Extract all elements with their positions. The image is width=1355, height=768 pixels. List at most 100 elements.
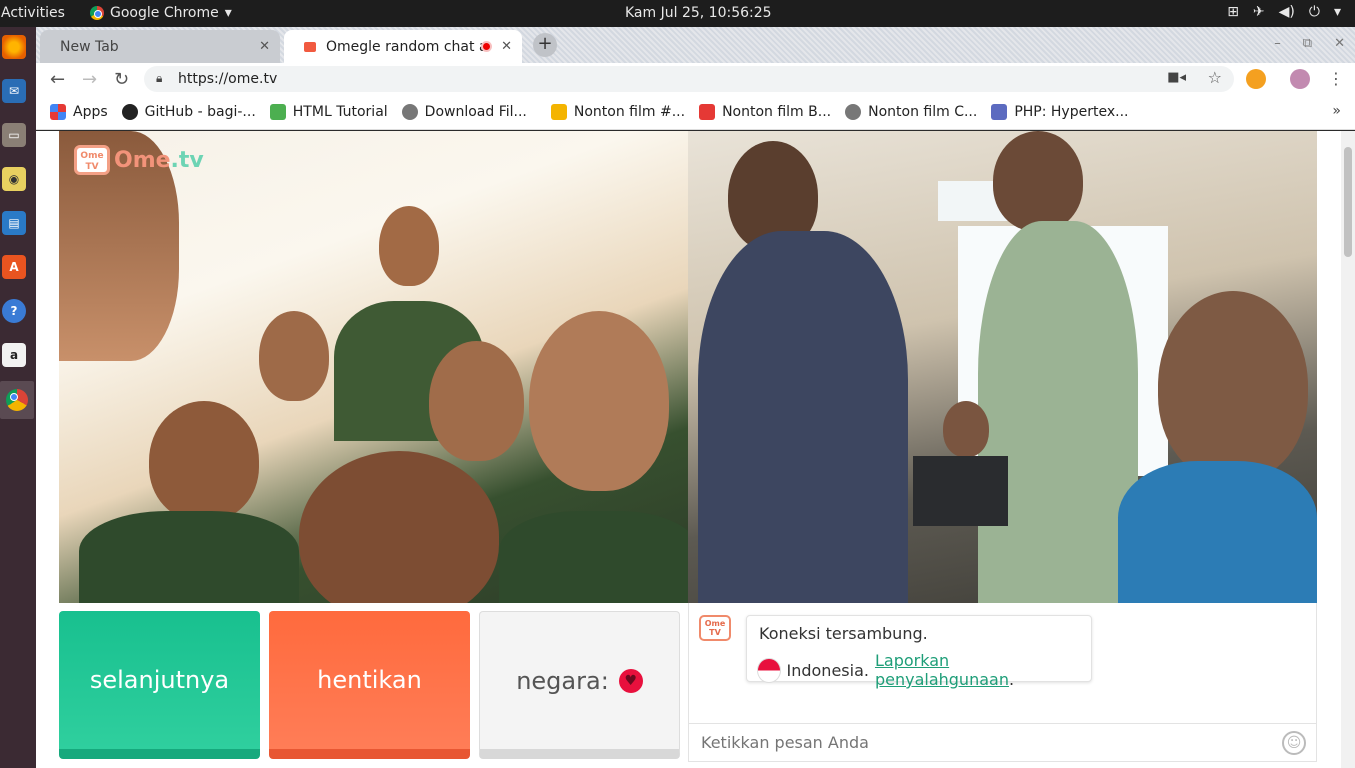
window-controls: – ⧉ ✕ xyxy=(1274,36,1345,51)
country-label: negara: xyxy=(516,666,609,695)
bookmark-github[interactable]: GitHub - bagi-... xyxy=(121,104,256,120)
system-tray[interactable]: ⊞ ✈ ◀) ⏻ ▾ xyxy=(1227,4,1341,20)
face-shape xyxy=(993,131,1083,231)
w3schools-icon xyxy=(269,104,286,120)
face-shape xyxy=(1158,291,1308,481)
bookmark-download[interactable]: Download Fil... xyxy=(401,104,527,120)
forward-icon[interactable]: → xyxy=(82,69,97,90)
next-button[interactable]: selanjutnya xyxy=(59,611,260,759)
files-icon[interactable]: ▭ xyxy=(2,123,26,147)
chat-panel: Ome TV Koneksi tersambung. Indonesia. Lap… xyxy=(688,603,1317,762)
chrome-launcher-item[interactable] xyxy=(0,381,34,419)
firefox-icon[interactable] xyxy=(2,35,26,59)
lock-icon[interactable]: 🔒︎ xyxy=(156,71,162,86)
ometv-page: Ome TV Ome.tv selanjutnya hentikan negara… xyxy=(36,131,1355,768)
heart-icon: ♥ xyxy=(618,668,643,693)
network-icon[interactable]: ⊞ xyxy=(1227,4,1239,20)
bookmark-html-tutorial[interactable]: HTML Tutorial xyxy=(269,104,388,120)
help-icon[interactable]: ? xyxy=(2,299,26,323)
face-shape xyxy=(259,311,329,401)
recording-icon xyxy=(481,41,492,52)
bookmarks-bar: Apps GitHub - bagi-... HTML Tutorial Dow… xyxy=(36,95,1355,130)
next-button-label: selanjutnya xyxy=(89,666,230,694)
system-message-bubble: Koneksi tersambung. Indonesia. Laporkan … xyxy=(746,615,1092,689)
country-name: Indonesia. xyxy=(786,660,869,680)
extension-icon[interactable] xyxy=(1246,69,1266,89)
face-shape xyxy=(429,341,524,461)
indonesia-flag-icon xyxy=(757,657,781,683)
ometv-tv-icon: Ome TV xyxy=(699,615,731,641)
writer-icon[interactable]: ▤ xyxy=(2,211,26,235)
app-menu[interactable]: Google Chrome ▾ xyxy=(90,5,232,21)
face-shape xyxy=(299,451,499,603)
maximize-icon[interactable]: ⧉ xyxy=(1303,36,1312,51)
laptop-shape xyxy=(913,456,1008,526)
tab-strip: New Tab ✕ Omegle random chat a ✕ + – ⧉ ✕ xyxy=(36,27,1355,63)
message-input[interactable] xyxy=(689,723,1316,761)
close-icon[interactable]: ✕ xyxy=(259,39,270,54)
chrome-icon xyxy=(6,389,28,411)
thunderbird-icon[interactable]: ✉ xyxy=(2,79,26,103)
new-tab-button[interactable]: + xyxy=(533,33,557,57)
shirt-shape xyxy=(698,231,908,603)
software-center-icon[interactable]: A xyxy=(2,255,26,279)
github-icon xyxy=(121,104,138,120)
emoji-icon[interactable]: ☺ xyxy=(1282,731,1306,755)
remote-video xyxy=(688,131,1317,603)
shirt-shape xyxy=(499,511,688,603)
tab-omegle[interactable]: Omegle random chat a ✕ xyxy=(284,30,522,63)
globe-icon xyxy=(401,104,418,120)
bookmark-apps[interactable]: Apps xyxy=(50,104,108,120)
clock[interactable]: Kam Jul 25, 10:56:25 xyxy=(625,5,772,21)
rhythmbox-icon[interactable]: ◉ xyxy=(2,167,26,191)
bookmark-nonton-2[interactable]: Nonton film B... xyxy=(699,104,831,120)
back-icon[interactable]: ← xyxy=(50,69,65,90)
bookmark-nonton-1[interactable]: Nonton film #... xyxy=(550,104,685,120)
address-bar[interactable]: 🔒︎ https://ome.tv ■◂ ☆ xyxy=(144,66,1234,92)
report-abuse-link[interactable]: Laporkan penyalahgunaan xyxy=(875,651,1009,689)
system-top-bar: Activities Google Chrome ▾ Kam Jul 25, 1… xyxy=(0,0,1355,27)
browser-toolbar: ← → ↻ 🔒︎ https://ome.tv ■◂ ☆ ⋮ xyxy=(36,63,1355,95)
minimize-icon[interactable]: – xyxy=(1274,36,1281,51)
php-icon xyxy=(991,104,1008,120)
reload-icon[interactable]: ↻ xyxy=(114,69,129,90)
country-selector-button[interactable]: negara: ♥ xyxy=(479,611,680,759)
site-icon xyxy=(699,104,716,120)
bookmark-star-icon[interactable]: ☆ xyxy=(1208,68,1222,87)
app-menu-label: Google Chrome xyxy=(110,5,219,21)
power-icon[interactable]: ⏻ xyxy=(1309,4,1320,20)
profile-avatar[interactable] xyxy=(1290,69,1310,89)
apps-grid-icon xyxy=(50,104,66,120)
amazon-icon[interactable]: a xyxy=(2,343,26,367)
ometv-logo[interactable]: Ome TV Ome.tv xyxy=(74,145,204,175)
bookmarks-overflow-icon[interactable]: » xyxy=(1332,103,1341,119)
airplane-icon[interactable]: ✈ xyxy=(1253,4,1265,20)
ubuntu-launcher: ✉ ▭ ◉ ▤ A ? a xyxy=(0,27,36,768)
face-shape xyxy=(379,206,439,286)
close-icon[interactable]: ✕ xyxy=(501,39,512,54)
tab-new-tab[interactable]: New Tab ✕ xyxy=(40,30,280,63)
menu-kebab-icon[interactable]: ⋮ xyxy=(1328,69,1344,88)
bookmark-php[interactable]: PHP: Hypertex... xyxy=(991,104,1128,120)
volume-icon[interactable]: ◀) xyxy=(1279,4,1295,20)
stop-button[interactable]: hentikan xyxy=(269,611,470,759)
tab-label: New Tab xyxy=(60,38,119,55)
camera-icon[interactable]: ■◂ xyxy=(1167,70,1186,85)
shirt-shape xyxy=(1118,461,1317,603)
chevron-down-icon[interactable]: ▾ xyxy=(1334,4,1341,20)
url-text[interactable]: https://ome.tv xyxy=(178,71,277,87)
close-window-icon[interactable]: ✕ xyxy=(1334,36,1345,51)
shirt-shape xyxy=(978,221,1138,603)
chrome-icon xyxy=(90,6,104,20)
activities-button[interactable]: Activities xyxy=(1,5,65,21)
scrollbar-thumb[interactable] xyxy=(1344,147,1352,257)
connection-status: Koneksi tersambung. xyxy=(759,624,928,643)
globe-icon xyxy=(845,104,862,120)
page-scrollbar[interactable] xyxy=(1341,131,1355,768)
shirt-shape xyxy=(79,511,299,603)
bookmark-nonton-3[interactable]: Nonton film C... xyxy=(845,104,977,120)
ometv-favicon-icon xyxy=(304,41,316,52)
face-shape xyxy=(149,401,259,521)
logo-wordmark: Ome.tv xyxy=(114,147,204,173)
face-shape xyxy=(943,401,989,457)
